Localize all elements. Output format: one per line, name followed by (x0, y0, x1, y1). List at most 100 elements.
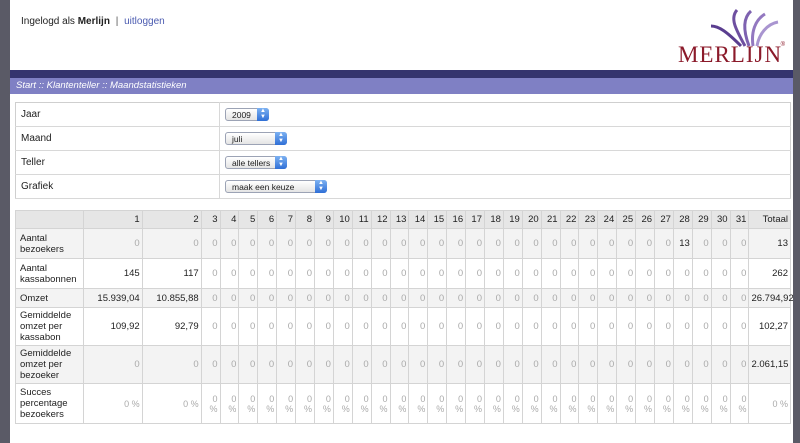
table-cell: 0 (200, 345, 221, 384)
day-header: 25 (616, 210, 637, 229)
row-label: Aantal bezoekers (15, 228, 84, 259)
day-header: 6 (257, 210, 278, 229)
table-cell: 0 (521, 345, 542, 384)
breadcrumb-text[interactable]: Start :: Klantenteller :: Maandstatistie… (10, 80, 187, 91)
table-cell: 0 % (578, 383, 599, 424)
month-select[interactable]: juli ▲ ▼ (225, 132, 287, 145)
table-cell: 0 (257, 288, 278, 308)
table-cell: 0 (465, 228, 485, 259)
table-cell: 0 (276, 307, 297, 346)
table-cell: 0 % (710, 383, 731, 424)
table-cell: 0 (295, 288, 315, 308)
table-cell: 0 (219, 258, 240, 289)
table-cell: 0 % (616, 383, 637, 424)
table-cell: 0 (540, 228, 561, 259)
select-arrows-icon: ▲ ▼ (275, 156, 287, 169)
table-cell: 0 (408, 258, 429, 289)
separator: | (115, 16, 119, 27)
table-cell: 0 (578, 228, 599, 259)
table-cell: 0 (597, 288, 618, 308)
day-header: 9 (313, 210, 334, 229)
table-cell: 0 (82, 345, 143, 384)
breadcrumb: Start :: Klantenteller :: Maandstatistie… (10, 78, 793, 94)
day-header: 21 (540, 210, 561, 229)
filter-label-jaar: Jaar (15, 102, 220, 127)
day-header: 26 (635, 210, 656, 229)
year-select[interactable]: 2009 ▲ ▼ (225, 108, 269, 121)
table-cell: 0 (484, 258, 504, 289)
table-cell: 0 (578, 288, 599, 308)
table-cell: 0 (427, 258, 448, 289)
table-cell: 0 (484, 307, 504, 346)
table-cell: 0 (597, 307, 618, 346)
table-cell: 0 (502, 258, 523, 289)
table-cell: 0 (672, 288, 693, 308)
table-cell: 0 (559, 288, 580, 308)
table-cell: 0 (597, 345, 618, 384)
table-cell: 0 (219, 228, 240, 259)
table-cell: 0 (427, 307, 448, 346)
table-row: Gemiddelde omzet per kassabon 109,92 92,79… (15, 307, 791, 346)
logout-link[interactable]: uitloggen (124, 16, 165, 27)
day-header: 23 (578, 210, 599, 229)
counter-select[interactable]: alle tellers ▲ ▼ (225, 156, 287, 169)
table-cell: 10.855,88 (141, 288, 202, 308)
row-total: 2.061,15 (748, 345, 791, 384)
table-cell: 0 (370, 228, 391, 259)
login-status: Ingelogd als Merlijn | uitloggen (21, 16, 165, 27)
day-header: 22 (559, 210, 580, 229)
table-cell: 0 (521, 258, 542, 289)
table-cell: 0 (332, 345, 353, 384)
row-label: Succes percentage bezoekers (15, 383, 84, 424)
table-row: Aantal bezoekers 0 0 0 0 0 0 0 0 0 0 0 0 0 0 0 0 0 0 0 0 0 0 0 0… (15, 228, 791, 259)
top-bar (10, 70, 793, 78)
row-total: 102,27 (748, 307, 791, 346)
table-cell: 0 (710, 258, 731, 289)
table-cell: 117 (141, 258, 202, 289)
day-header: 8 (295, 210, 315, 229)
table-cell: 0 (465, 307, 485, 346)
logo-text: MERLIJN (677, 42, 783, 67)
table-cell: 0 (370, 258, 391, 289)
table-cell: 0 (691, 307, 712, 346)
filter-label-teller: Teller (15, 150, 220, 175)
filter-row-jaar: Jaar 2009 ▲ ▼ (15, 102, 791, 127)
table-cell: 0 (332, 258, 353, 289)
day-header: 28 (672, 210, 693, 229)
table-cell: 0 (313, 288, 334, 308)
table-cell: 0 % (729, 383, 750, 424)
table-cell: 0 (578, 345, 599, 384)
table-cell: 0 % (82, 383, 143, 424)
table-cell: 0 % (276, 383, 297, 424)
table-cell: 0 (635, 307, 656, 346)
year-select-value: 2009 (232, 110, 251, 120)
table-cell: 0 (200, 307, 221, 346)
table-cell: 0 (502, 345, 523, 384)
table-cell: 0 (559, 307, 580, 346)
table-cell: 0 (672, 307, 693, 346)
table-cell: 92,79 (141, 307, 202, 346)
month-select-value: juli (232, 134, 243, 144)
table-cell: 0 % (502, 383, 523, 424)
day-header: 18 (484, 210, 504, 229)
table-cell: 0 % (389, 383, 410, 424)
day-header: 12 (370, 210, 391, 229)
table-row: Gemiddelde omzet per bezoeker 0 0 0 0 0 0 0 0 0 0 0… (15, 345, 791, 384)
day-header: 4 (219, 210, 240, 229)
day-header: 27 (654, 210, 674, 229)
page: Ingelogd als Merlijn | uitloggen ® MERLI… (10, 0, 793, 443)
table-cell: 0 % (521, 383, 542, 424)
username: Merlijn (77, 16, 110, 27)
table-cell: 0 (351, 288, 372, 308)
filter-label-grafiek: Grafiek (15, 174, 220, 199)
table-cell: 0 (313, 228, 334, 259)
table-cell: 0 % (219, 383, 240, 424)
table-cell: 0 (540, 288, 561, 308)
filter-row-maand: Maand juli ▲ ▼ (15, 126, 791, 151)
table-cell: 0 (616, 307, 637, 346)
table-cell: 0 (502, 307, 523, 346)
table-cell: 0 (521, 307, 542, 346)
table-cell: 0 (427, 288, 448, 308)
chart-select[interactable]: maak een keuze ▲ ▼ (225, 180, 327, 193)
table-cell: 0 (559, 258, 580, 289)
